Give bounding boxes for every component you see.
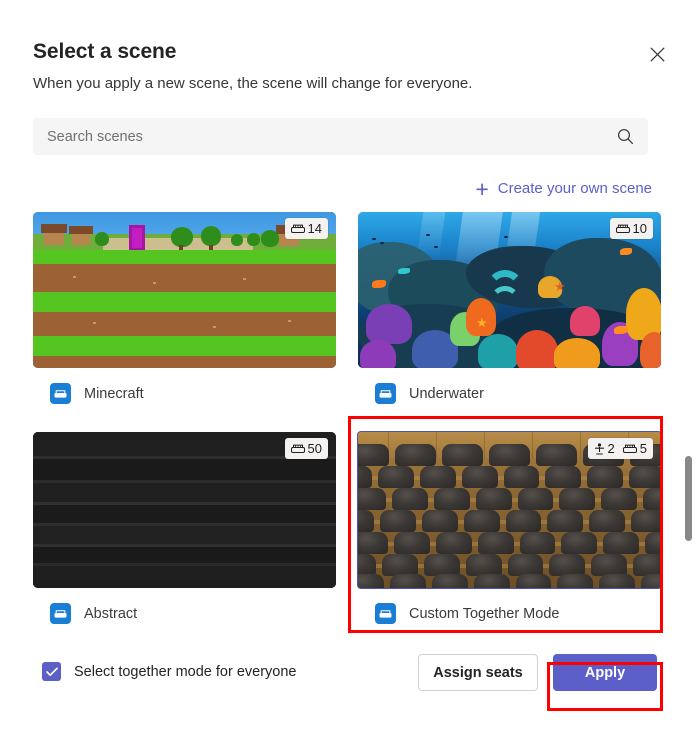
select-scene-dialog: Select a scene When you apply a new scen… <box>0 0 700 754</box>
seat-icon <box>615 223 630 234</box>
seat-icon <box>290 443 305 454</box>
page-title: Select a scene <box>33 40 177 63</box>
scene-label-row: Abstract <box>33 603 336 624</box>
scene-capacity-badge: 14 <box>284 218 328 239</box>
together-mode-seat-icon <box>50 383 71 404</box>
close-icon[interactable] <box>644 41 670 67</box>
scene-name: Minecraft <box>84 385 144 402</box>
scene-thumbnail-underwater[interactable]: ★ ★ 10 <box>358 212 661 368</box>
apply-button[interactable]: Apply <box>553 654 657 691</box>
seat-count: 10 <box>632 221 647 236</box>
scene-capacity-badge: 10 <box>609 218 653 239</box>
together-mode-seat-icon <box>50 603 71 624</box>
seat-capacity-group: 14 <box>290 221 322 236</box>
scene-name: Abstract <box>84 605 138 622</box>
assign-seats-button[interactable]: Assign seats <box>418 654 538 691</box>
scene-capacity-badge: 2 5 <box>587 438 653 459</box>
starfish-icon: ★ <box>554 279 566 294</box>
search-input[interactable] <box>33 118 608 155</box>
checkbox-label: Select together mode for everyone <box>74 663 297 680</box>
dialog-footer: Select together mode for everyone Assign… <box>0 646 700 754</box>
select-together-mode-checkbox[interactable] <box>42 662 61 681</box>
select-together-mode-for-everyone-row[interactable]: Select together mode for everyone <box>42 662 296 681</box>
scene-card-custom-together-mode[interactable]: 2 5 Custom Together Mode <box>357 431 662 624</box>
create-your-own-scene-button[interactable]: + Create your own scene <box>475 175 652 202</box>
scene-list-scrollbar-thumb[interactable] <box>685 456 692 541</box>
scene-label-row: Underwater <box>358 383 661 404</box>
plus-icon: + <box>475 175 489 202</box>
scene-name: Custom Together Mode <box>409 605 560 622</box>
people-capacity-group: 2 <box>594 441 615 456</box>
together-mode-seat-icon <box>375 603 396 624</box>
scene-card-abstract[interactable]: 50 Abstract <box>33 432 336 624</box>
seat-capacity-group: 10 <box>615 221 647 236</box>
scene-name: Underwater <box>409 385 484 402</box>
dialog-subtitle: When you apply a new scene, the scene wi… <box>33 75 473 92</box>
scene-list-scrollbar-track[interactable] <box>686 216 692 642</box>
people-count: 2 <box>607 441 615 456</box>
search-scenes-box[interactable] <box>33 118 648 155</box>
seat-count: 50 <box>307 441 322 456</box>
scene-label-row: Minecraft <box>33 383 336 404</box>
seat-capacity-group: 50 <box>290 441 322 456</box>
scene-thumbnail-custom-together-mode[interactable]: 2 5 <box>357 431 662 589</box>
seat-count: 14 <box>307 221 322 236</box>
seat-icon <box>622 443 637 454</box>
seat-icon <box>290 223 305 234</box>
scene-capacity-badge: 50 <box>284 438 328 459</box>
person-standing-icon <box>594 442 605 455</box>
scene-label-row: Custom Together Mode <box>358 603 661 624</box>
scene-row: 14 Minecraft ★ ★ 10 Underwater <box>33 212 667 404</box>
seat-count: 5 <box>639 441 647 456</box>
scene-card-minecraft[interactable]: 14 Minecraft <box>33 212 336 404</box>
search-icon[interactable] <box>608 128 642 145</box>
together-mode-seat-icon <box>375 383 396 404</box>
starfish-icon: ★ <box>476 315 488 330</box>
scene-row: 50 Abstract 2 5 Custom Together Mode <box>33 431 667 624</box>
seat-capacity-group: 5 <box>622 441 647 456</box>
scene-list: 14 Minecraft ★ ★ 10 Underwater 50 Abstra… <box>0 212 700 646</box>
scene-card-underwater[interactable]: ★ ★ 10 Underwater <box>358 212 661 404</box>
scene-thumbnail-minecraft[interactable]: 14 <box>33 212 336 368</box>
scene-thumbnail-abstract[interactable]: 50 <box>33 432 336 588</box>
create-scene-label: Create your own scene <box>497 180 652 197</box>
